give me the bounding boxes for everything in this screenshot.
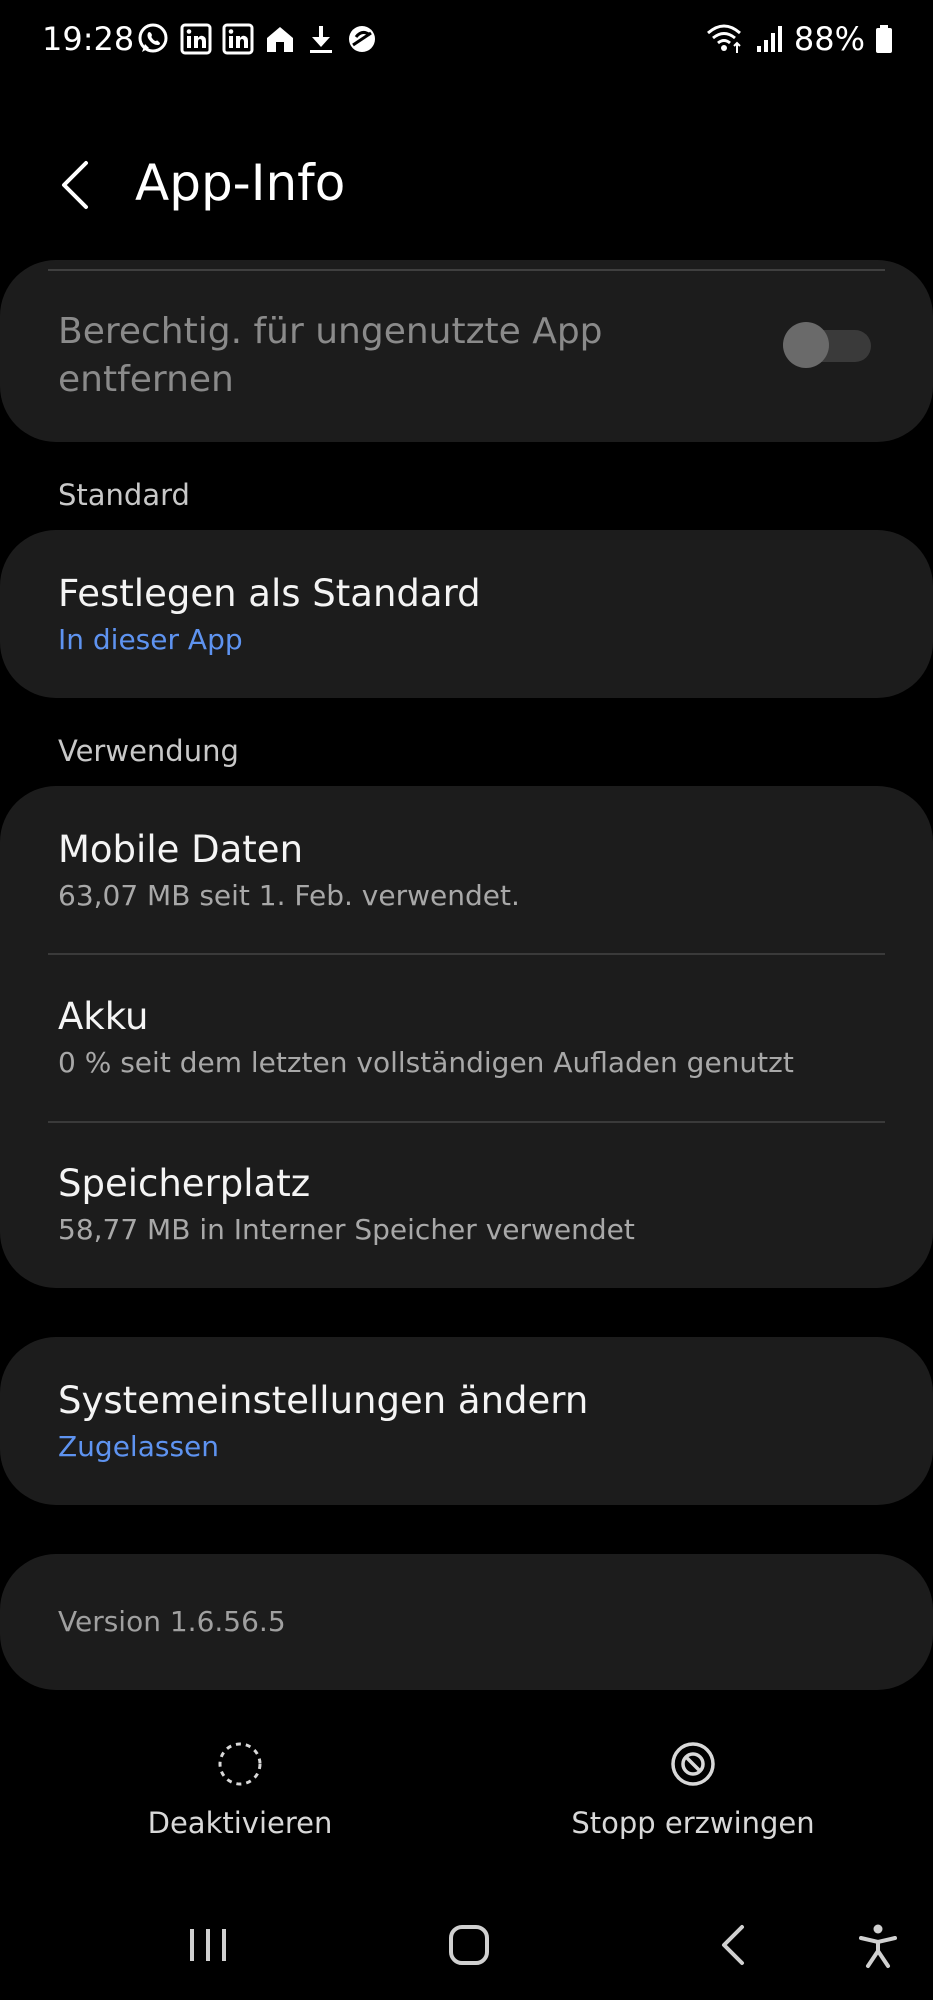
storage-subtitle: 58,77 MB in Interner Speicher verwendet xyxy=(58,1213,635,1246)
deactivate-button[interactable]: Deaktivieren xyxy=(80,1740,400,1840)
modify-system-settings-title: Systemeinstellungen ändern xyxy=(58,1379,589,1422)
usage-card: Mobile Daten 63,07 MB seit 1. Feb. verwe… xyxy=(0,786,933,1288)
mobile-data-title: Mobile Daten xyxy=(58,828,304,871)
mobile-data-item[interactable]: Mobile Daten 63,07 MB seit 1. Feb. verwe… xyxy=(0,786,933,953)
battery-title: Akku xyxy=(58,995,149,1038)
back-arrow-icon[interactable] xyxy=(50,155,110,215)
modify-system-settings-value: Zugelassen xyxy=(58,1430,220,1463)
modify-system-settings-card[interactable]: Systemeinstellungen ändern Zugelassen xyxy=(0,1337,933,1505)
status-bar: 19:28 88% xyxy=(0,0,933,80)
section-label-usage: Verwendung xyxy=(58,734,239,768)
sync-off-icon xyxy=(349,26,375,52)
mobile-data-subtitle: 63,07 MB seit 1. Feb. verwendet. xyxy=(58,879,520,912)
toggle-thumb xyxy=(783,322,829,368)
wifi-icon xyxy=(706,24,741,53)
unused-app-permissions-card[interactable]: Berechtig. für ungenutzte App entfernen xyxy=(0,260,933,442)
status-right: 88% xyxy=(706,20,893,58)
deactivate-icon xyxy=(218,1742,262,1786)
back-nav-icon[interactable] xyxy=(716,1920,752,1970)
storage-title: Speicherplatz xyxy=(58,1162,311,1205)
recent-apps-icon[interactable] xyxy=(186,1920,230,1970)
version-card: Version 1.6.56.5 xyxy=(0,1554,933,1690)
force-stop-icon xyxy=(671,1742,715,1786)
set-as-default-title: Festlegen als Standard xyxy=(58,572,481,615)
battery-icon xyxy=(876,25,892,53)
home-button-icon[interactable] xyxy=(448,1920,490,1970)
app-bar: App-Info xyxy=(0,130,933,240)
status-time: 19:28 xyxy=(42,20,135,58)
deactivate-label: Deaktivieren xyxy=(147,1806,333,1840)
force-stop-label: Stopp erzwingen xyxy=(571,1806,815,1840)
download-icon xyxy=(310,26,332,53)
notification-icons xyxy=(136,22,378,56)
linkedin-icon xyxy=(222,23,254,55)
unused-app-permissions-toggle[interactable] xyxy=(783,322,871,368)
home-icon xyxy=(267,27,293,52)
signal-icon xyxy=(756,26,782,52)
battery-subtitle: 0 % seit dem letzten vollständigen Aufla… xyxy=(58,1046,794,1079)
force-stop-button[interactable]: Stopp erzwingen xyxy=(533,1740,853,1840)
battery-percentage: 88% xyxy=(793,20,865,58)
unused-app-permissions-label: Berechtig. für ungenutzte App entfernen xyxy=(58,311,603,400)
battery-item[interactable]: Akku 0 % seit dem letzten vollständigen … xyxy=(0,953,933,1120)
set-as-default-card[interactable]: Festlegen als Standard In dieser App xyxy=(0,530,933,698)
bottom-actions: Deaktivieren Stopp erzwingen xyxy=(0,1740,933,1870)
version-text: Version 1.6.56.5 xyxy=(58,1605,286,1638)
section-label-standard: Standard xyxy=(58,478,190,512)
accessibility-icon[interactable] xyxy=(856,1920,900,1970)
system-navigation-bar xyxy=(0,1900,933,2000)
linkedin-icon xyxy=(180,23,212,55)
whatsapp-icon xyxy=(138,23,168,53)
set-as-default-value: In dieser App xyxy=(58,623,243,656)
storage-item[interactable]: Speicherplatz 58,77 MB in Interner Speic… xyxy=(0,1120,933,1288)
page-title: App-Info xyxy=(135,154,346,212)
